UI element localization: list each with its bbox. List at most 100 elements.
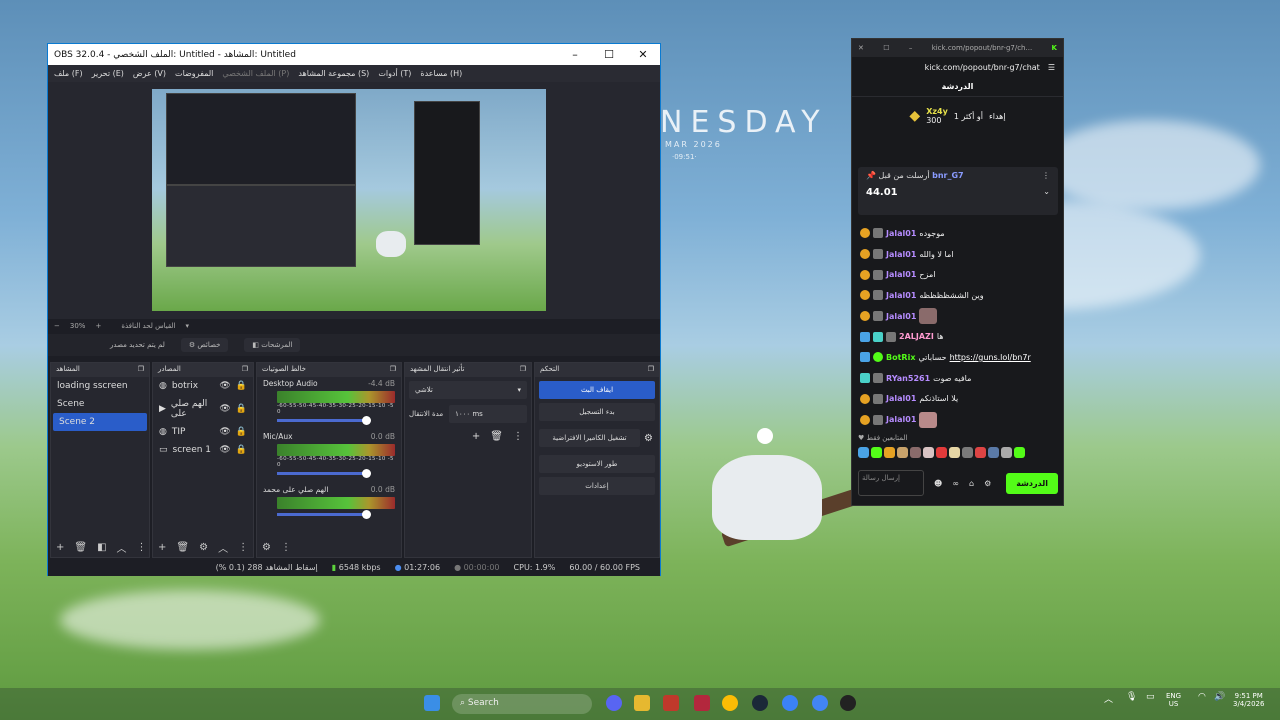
scene-item[interactable]: Scene [51, 395, 149, 413]
gear-icon[interactable]: ⚙ [644, 433, 653, 444]
site-settings-icon[interactable]: ☰ [1048, 63, 1055, 72]
shop-icon[interactable]: ⌂ [969, 479, 974, 488]
language-indicator[interactable]: ENG US [1166, 692, 1181, 708]
start-recording-button[interactable]: بدء التسجيل [539, 403, 655, 421]
emote-button[interactable] [884, 447, 895, 458]
emote-button[interactable] [871, 447, 882, 458]
zoom-in-button[interactable]: + [95, 322, 101, 330]
emote-button[interactable] [897, 447, 908, 458]
volume-slider[interactable] [277, 416, 371, 425]
chat-message[interactable]: RYan5261 مافيه صوت [860, 368, 1060, 389]
settings-gear-icon[interactable]: ⚙ [984, 479, 991, 488]
app-icon[interactable] [663, 695, 679, 711]
emote-button[interactable] [975, 447, 986, 458]
emote-button[interactable] [1001, 447, 1012, 458]
add-source-button[interactable]: + [158, 542, 166, 553]
filters-button[interactable]: ◧ المرشحات [244, 338, 301, 352]
pinned-message[interactable]: 📌 أرسلت من قبل bnr_G7 ⋮ 44.01 ⌄ [858, 167, 1058, 215]
menu-scene-collection[interactable]: مجموعة المشاهد (S) [298, 69, 369, 78]
remove-source-button[interactable]: 🗑 [176, 542, 189, 553]
zoom-out-button[interactable]: − [54, 322, 60, 330]
infinity-icon[interactable]: ∞ [952, 479, 959, 488]
zoom-dropdown-icon[interactable]: ▾ [186, 322, 190, 330]
undock-icon[interactable]: ❐ [242, 365, 248, 375]
chat-username[interactable]: Jalal01 [886, 250, 916, 259]
steam-icon[interactable] [752, 695, 768, 711]
visibility-eye-icon[interactable]: 👁 [219, 445, 230, 455]
add-transition-button[interactable]: + [472, 431, 480, 442]
adobe-icon[interactable] [694, 695, 710, 711]
chrome-icon[interactable] [722, 695, 738, 711]
chat-input[interactable]: إرسال رسالة [858, 470, 924, 496]
tray-chevron-icon[interactable]: ︿ [1104, 692, 1113, 705]
undock-icon[interactable]: ❐ [138, 365, 144, 375]
chat-message[interactable]: Jalal01 [860, 306, 1060, 327]
stop-streaming-button[interactable]: ايقاف البث [539, 381, 655, 399]
lock-icon[interactable]: 🔒 [236, 381, 247, 391]
visibility-eye-icon[interactable]: 👁 [219, 427, 230, 437]
chat-message[interactable]: Jalal01 [860, 409, 1060, 430]
obs-preview[interactable] [48, 82, 660, 319]
emote-button[interactable] [1014, 447, 1025, 458]
more-options-icon[interactable]: ⋮ [137, 542, 147, 553]
chat-username[interactable]: RYan5261 [886, 374, 930, 383]
chat-link[interactable]: https://guns.lol/bn7r [950, 353, 1031, 362]
volume-icon[interactable]: 🔊 [1214, 692, 1225, 702]
chevron-down-icon[interactable]: ⌄ [1043, 187, 1050, 198]
more-options-icon[interactable]: ⋮ [1042, 171, 1050, 180]
lock-icon[interactable]: 🔒 [236, 445, 247, 455]
maximize-icon[interactable]: ☐ [592, 48, 626, 61]
chat-message[interactable]: 2ALJAZI ها [860, 326, 1060, 347]
emote-button[interactable] [949, 447, 960, 458]
undock-icon[interactable]: ❐ [520, 365, 526, 375]
maximize-icon[interactable]: ☐ [883, 44, 889, 52]
emote-button[interactable] [936, 447, 947, 458]
lock-icon[interactable]: 🔒 [236, 427, 247, 437]
menu-edit[interactable]: تحرير (E) [92, 69, 124, 78]
remove-scene-button[interactable]: 🗑 [74, 542, 87, 553]
source-item[interactable]: ◍ botrix 👁 🔒 [153, 377, 253, 395]
chat-username[interactable]: 2ALJAZI [899, 332, 934, 341]
menu-help[interactable]: مساعدة (H) [420, 69, 462, 78]
undock-icon[interactable]: ❐ [648, 365, 654, 375]
chat-message[interactable]: Jalal01 يلا استاذنكم [860, 389, 1060, 410]
undock-icon[interactable]: ❐ [390, 365, 396, 375]
chat-username[interactable]: Jalal01 [886, 394, 916, 403]
close-icon[interactable]: ✕ [626, 48, 660, 61]
more-options-icon[interactable]: ⋮ [238, 542, 248, 553]
browser-icon[interactable] [782, 695, 798, 711]
minimize-icon[interactable]: – [558, 48, 592, 61]
properties-button[interactable]: ⚙ خصائص [180, 338, 229, 352]
source-settings-icon[interactable]: ⚙ [199, 542, 208, 553]
menu-profile[interactable]: الملف الشخصي (P) [222, 69, 289, 78]
source-item[interactable]: ◍ TIP 👁 🔒 [153, 423, 253, 441]
visibility-eye-icon[interactable]: 👁 [219, 381, 230, 391]
menu-view[interactable]: عرض (V) [133, 69, 166, 78]
microphone-icon[interactable]: 🎙 [1126, 692, 1137, 702]
obs-icon[interactable] [840, 695, 856, 711]
emote-button[interactable] [962, 447, 973, 458]
add-scene-button[interactable]: + [56, 542, 64, 553]
taskbar-search[interactable]: ⌕ Search [452, 694, 592, 714]
menu-docks[interactable]: المفروضات [175, 69, 213, 78]
chat-username[interactable]: Jalal01 [886, 312, 916, 321]
settings-button[interactable]: إعدادات [539, 477, 655, 495]
emoji-icon[interactable]: ☻ [934, 479, 942, 488]
emote-button[interactable] [858, 447, 869, 458]
clock[interactable]: 9:51 PM 3/4/2026 [1233, 692, 1264, 708]
chrome-profile-icon[interactable] [812, 695, 828, 711]
move-up-button[interactable]: ︿ [117, 540, 127, 555]
lock-icon[interactable]: 🔒 [236, 404, 247, 414]
duration-input[interactable]: ١٠٠٠ ms [449, 405, 527, 423]
chat-send-button[interactable]: الدردشة [1006, 472, 1058, 494]
chat-message[interactable]: BotRix حساباتي https://guns.lol/bn7r [860, 347, 1060, 368]
minimize-icon[interactable]: – [909, 44, 913, 52]
wifi-icon[interactable]: ◠ [1198, 692, 1206, 702]
file-explorer-icon[interactable] [634, 695, 650, 711]
chat-message[interactable]: Jalal01 اما لا والله [860, 244, 1060, 265]
volume-slider[interactable] [277, 469, 371, 478]
windows-start-icon[interactable] [424, 695, 440, 711]
menu-file[interactable]: ملف (F) [54, 69, 83, 78]
volume-slider[interactable] [277, 510, 371, 519]
start-virtual-camera-button[interactable]: تشغيل الكاميرا الافتراضية [539, 429, 641, 447]
